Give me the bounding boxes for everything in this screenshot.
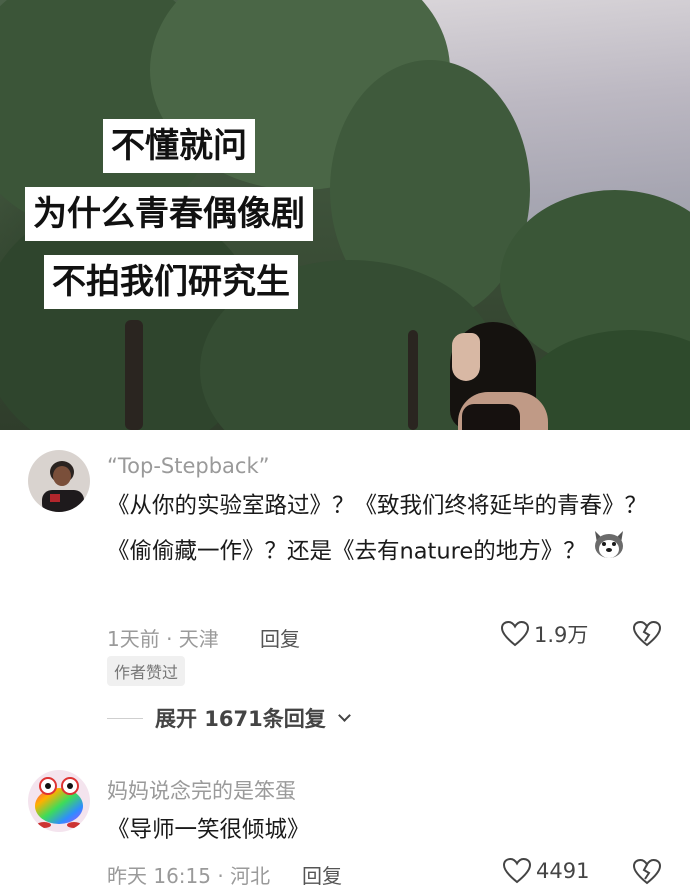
person-top: [462, 404, 520, 430]
heart-icon: [500, 620, 530, 647]
like-count: 1.9万: [534, 623, 589, 647]
comment-item: “Top-Stepback” 《从你的实验室路过》？《致我们终将延毕的青春》？《…: [0, 430, 690, 733]
husky-dog-emoji-icon: [592, 529, 626, 575]
author-liked-badge: 作者赞过: [107, 656, 186, 686]
person-face: [452, 333, 480, 381]
tree-trunk: [408, 330, 418, 430]
dislike-button[interactable]: [632, 620, 662, 652]
comment-username[interactable]: 妈妈说念完的是笨蛋: [107, 775, 296, 805]
heart-icon: [502, 857, 532, 884]
like-count: 4491: [536, 859, 590, 883]
like-button[interactable]: 4491: [502, 857, 589, 885]
comment-username[interactable]: “Top-Stepback”: [107, 454, 270, 478]
reply-button[interactable]: 回复: [302, 860, 342, 889]
comment-text: 《导师一笑很倾城》: [107, 817, 310, 843]
like-button[interactable]: 1.9万: [500, 619, 588, 649]
divider-line: [107, 717, 143, 719]
dislike-button[interactable]: [632, 858, 662, 890]
video-caption-line-1: 不懂就问: [103, 119, 255, 173]
comment-time-location: 昨天 16:15 · 河北: [107, 864, 271, 888]
reply-button[interactable]: 回复: [260, 623, 300, 652]
comment-text-content: 《从你的实验室路过》？《致我们终将延毕的青春》？《偷偷藏一作》？还是《去有nat…: [107, 493, 648, 565]
chevron-down-icon: [337, 708, 351, 722]
video-caption-line-2: 为什么青春偶像剧: [25, 187, 313, 241]
comment-text: 《从你的实验室路过》？《致我们终将延毕的青春》？《偷偷藏一作》？还是《去有nat…: [107, 484, 667, 575]
tree-trunk: [125, 320, 143, 430]
broken-heart-icon: [632, 620, 662, 647]
broken-heart-icon: [632, 858, 662, 885]
video-frame[interactable]: 不懂就问 为什么青春偶像剧 不拍我们研究生: [0, 0, 690, 430]
comment-item: 妈妈说念完的是笨蛋 《导师一笑很倾城》 昨天 16:15 · 河北 回复 449…: [0, 760, 690, 894]
expand-replies-button[interactable]: 展开 1671条回复: [107, 703, 351, 733]
comment-time-location: 1天前 · 天津: [107, 627, 219, 651]
avatar[interactable]: [28, 770, 90, 832]
video-caption-line-3: 不拍我们研究生: [44, 255, 298, 309]
expand-replies-label: 展开 1671条回复: [155, 707, 326, 731]
avatar[interactable]: [28, 450, 90, 512]
